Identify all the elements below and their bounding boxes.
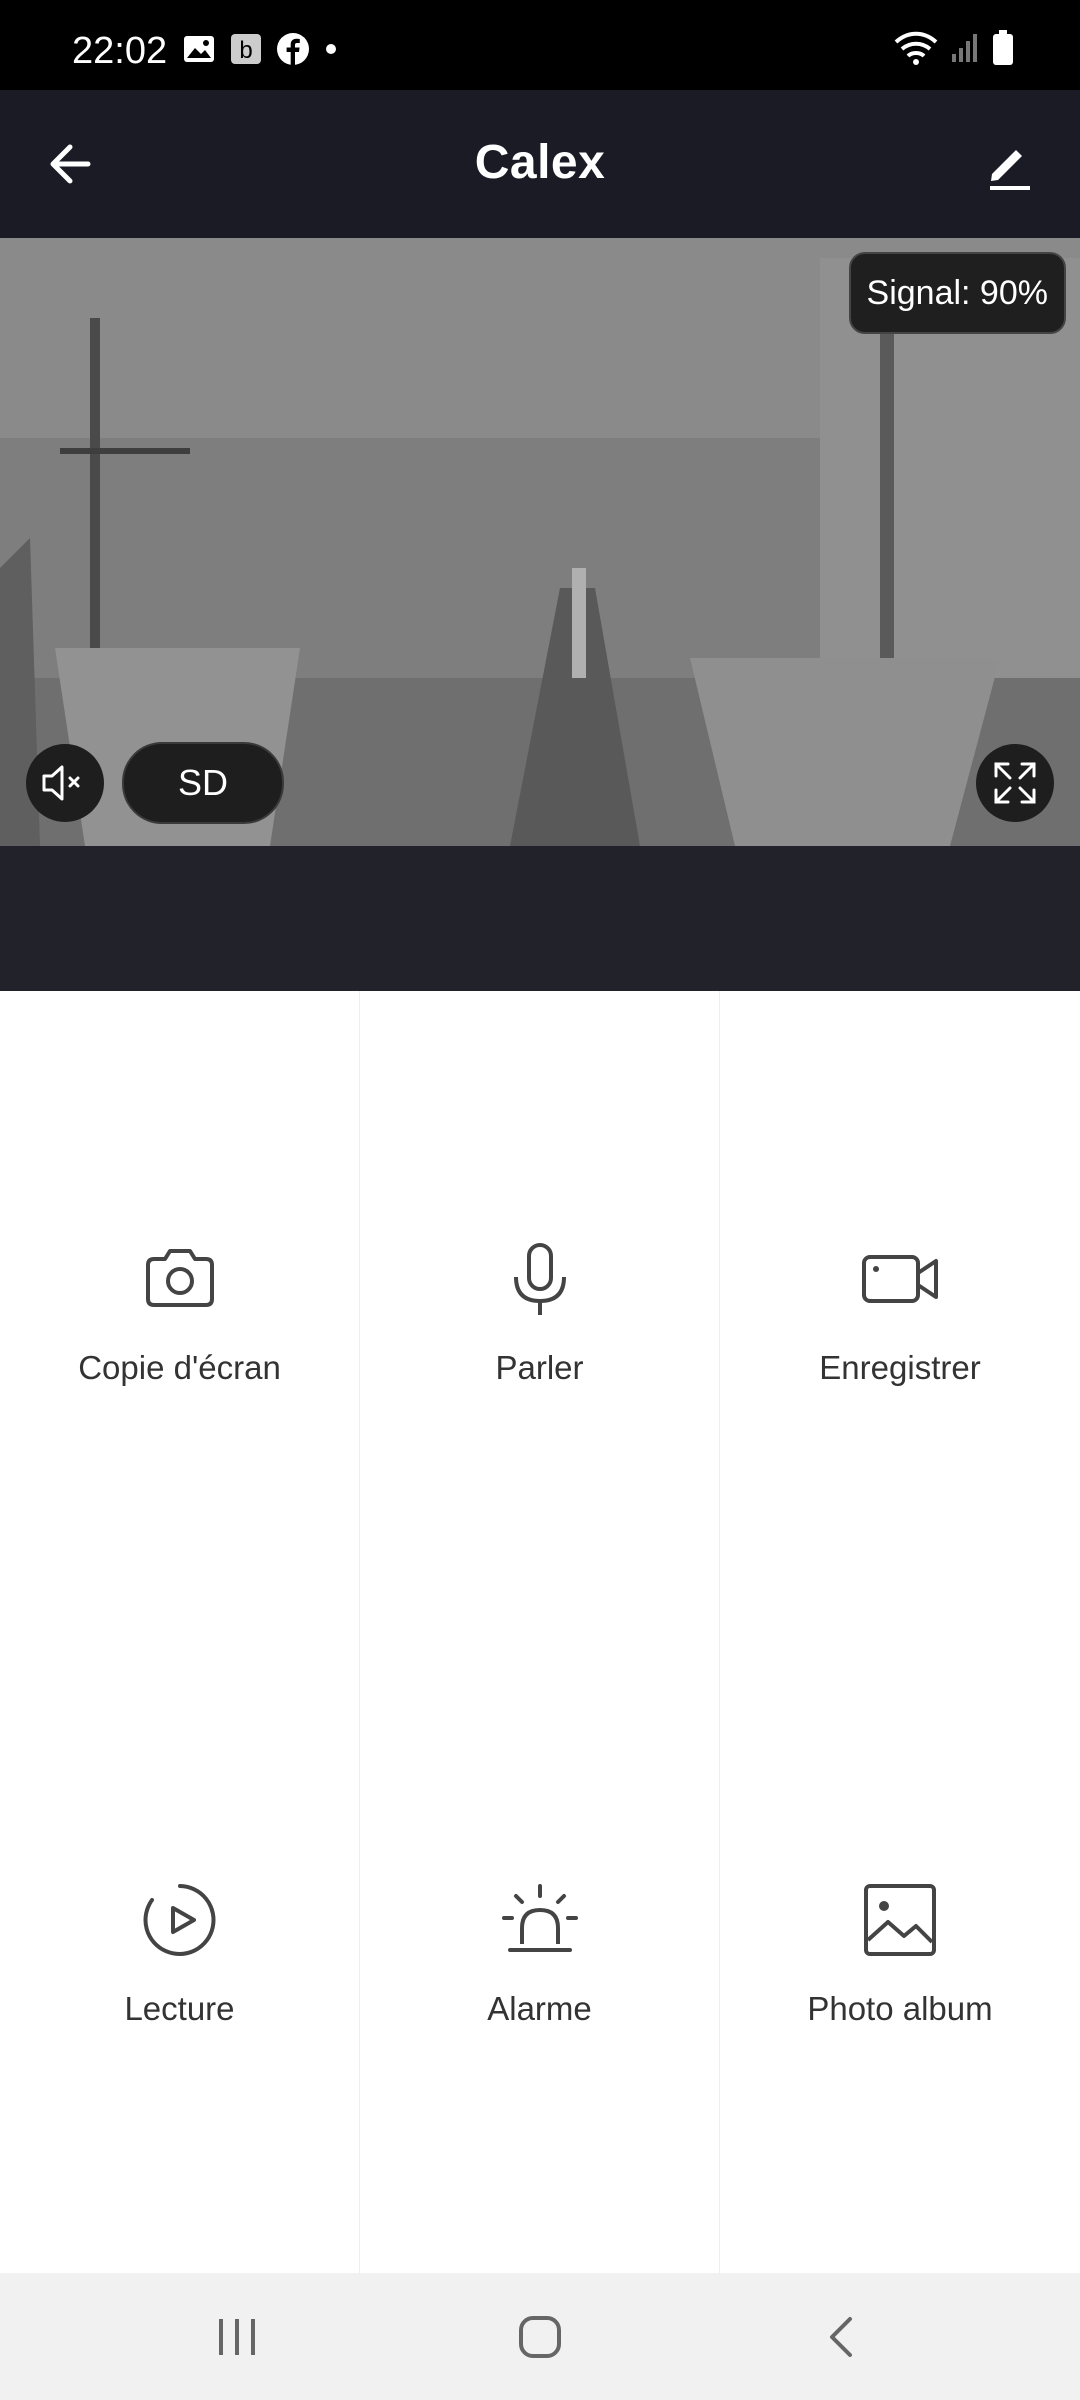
system-nav-bar bbox=[0, 2273, 1080, 2400]
back-nav-button[interactable] bbox=[812, 2307, 872, 2367]
app-bar: Calex bbox=[0, 90, 1080, 238]
cell-signal-icon bbox=[952, 34, 977, 62]
home-button[interactable] bbox=[510, 2307, 570, 2367]
edit-button[interactable] bbox=[976, 132, 1040, 196]
record-button[interactable]: Enregistrer bbox=[720, 991, 1080, 1632]
video-footer-strip bbox=[0, 846, 1080, 991]
page-title: Calex bbox=[474, 136, 606, 189]
live-video-view[interactable]: Signal: 90% SD bbox=[0, 238, 1080, 846]
notification-icons: b bbox=[182, 32, 338, 66]
speaker-muted-icon bbox=[42, 765, 80, 801]
photo-album-label: Photo album bbox=[807, 1989, 993, 2027]
pencil-icon bbox=[990, 150, 1030, 190]
screenshot-button[interactable]: Copie d'écran bbox=[0, 991, 360, 1632]
system-status-icons bbox=[894, 30, 1014, 66]
photo-album-button[interactable]: Photo album bbox=[720, 1632, 1080, 2273]
image-icon bbox=[864, 1883, 936, 1956]
playback-button[interactable]: Lecture bbox=[0, 1632, 360, 2273]
b-app-notification-icon: b bbox=[231, 34, 261, 64]
facebook-icon bbox=[277, 33, 309, 65]
fullscreen-button[interactable] bbox=[976, 744, 1054, 822]
status-bar: 22:02 b bbox=[0, 0, 1080, 90]
talk-button[interactable]: Parler bbox=[360, 991, 720, 1632]
mute-button[interactable] bbox=[26, 744, 104, 822]
expand-icon bbox=[994, 762, 1036, 804]
chevron-left-icon bbox=[830, 2317, 852, 2357]
alarm-siren-icon bbox=[501, 1883, 578, 1952]
camera-icon bbox=[145, 1248, 214, 1307]
action-grid: Copie d'écran Parler Enregistrer Lecture… bbox=[0, 991, 1080, 2273]
svg-text:b: b bbox=[239, 37, 252, 64]
recent-apps-icon bbox=[219, 2319, 255, 2355]
alarm-label: Alarme bbox=[487, 1989, 592, 2027]
playback-icon bbox=[143, 1883, 215, 1956]
quality-toggle-button[interactable]: SD bbox=[122, 742, 284, 824]
microphone-icon bbox=[513, 1242, 566, 1315]
status-time: 22:02 bbox=[72, 30, 168, 72]
more-notifications-dot-icon bbox=[326, 44, 336, 54]
playback-label: Lecture bbox=[124, 1989, 235, 2027]
video-camera-icon bbox=[862, 1254, 938, 1303]
alarm-button[interactable]: Alarme bbox=[360, 1632, 720, 2273]
home-icon bbox=[519, 2316, 561, 2358]
record-label: Enregistrer bbox=[819, 1348, 981, 1386]
signal-badge: Signal: 90% bbox=[848, 252, 1066, 334]
wifi-icon bbox=[894, 31, 938, 65]
talk-label: Parler bbox=[495, 1348, 584, 1386]
recent-apps-button[interactable] bbox=[207, 2307, 267, 2367]
screenshot-label: Copie d'écran bbox=[78, 1348, 281, 1386]
gallery-notification-icon bbox=[184, 36, 214, 62]
battery-icon bbox=[993, 30, 1013, 65]
